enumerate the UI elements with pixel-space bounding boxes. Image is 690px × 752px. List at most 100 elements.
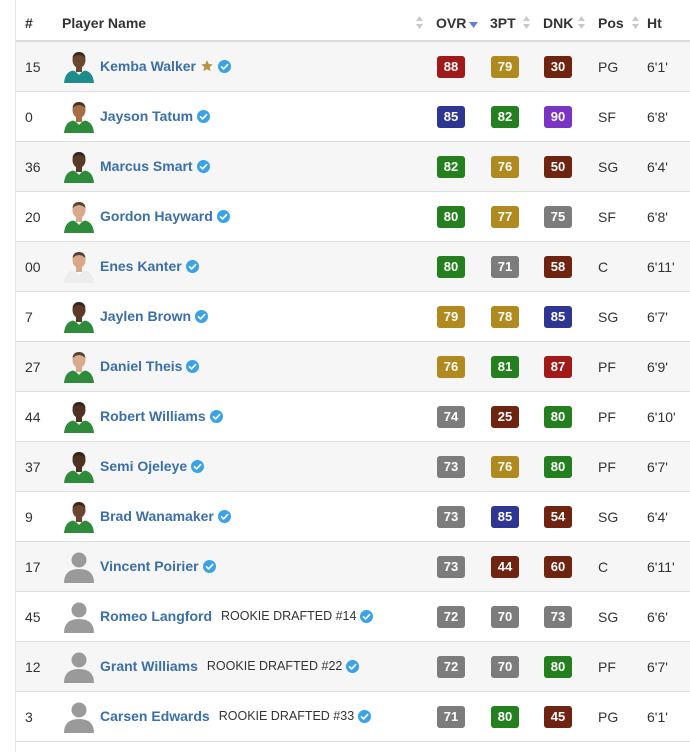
header-player-name[interactable]: Player Name xyxy=(62,15,146,31)
table-row[interactable]: 12 Grant Williams ROOKIE DRAFTED #22 72 70 80… xyxy=(16,642,690,692)
jersey-number: 9 xyxy=(25,509,33,525)
position-cell: C xyxy=(598,559,609,575)
header-ht[interactable]: Ht xyxy=(647,15,662,31)
ovr-rating-badge: 73 xyxy=(437,506,465,528)
player-name-link[interactable]: Jayson Tatum xyxy=(100,108,193,124)
check-circle-icon xyxy=(360,609,374,623)
ovr-rating-badge: 71 xyxy=(437,706,465,728)
jersey-number: 37 xyxy=(25,459,41,475)
player-name-link[interactable]: Daniel Theis xyxy=(100,358,182,374)
player-avatar[interactable] xyxy=(62,199,96,233)
player-avatar[interactable] xyxy=(62,349,96,383)
player-avatar[interactable] xyxy=(62,499,96,533)
height-cell: 6'10' xyxy=(647,409,676,425)
star-icon xyxy=(200,59,214,73)
sort-arrows-icon[interactable] xyxy=(416,16,423,29)
sort-arrows-icon[interactable] xyxy=(578,16,585,29)
player-name-link[interactable]: Enes Kanter xyxy=(100,258,182,274)
check-circle-icon xyxy=(346,659,360,673)
three-point-rating-badge: 70 xyxy=(491,606,519,628)
player-name-link[interactable]: Semi Ojeleye xyxy=(100,458,187,474)
player-name-link[interactable]: Vincent Poirier xyxy=(100,558,199,574)
dunk-rating-badge: 80 xyxy=(544,456,572,478)
height-cell: 6'1' xyxy=(647,59,668,75)
player-avatar[interactable] xyxy=(62,399,96,433)
three-point-rating-badge: 77 xyxy=(491,206,519,228)
ovr-rating-badge: 79 xyxy=(437,306,465,328)
player-name-link[interactable]: Robert Williams xyxy=(100,408,206,424)
person-silhouette-icon[interactable] xyxy=(62,549,96,583)
header-pos[interactable]: Pos xyxy=(598,15,624,31)
player-avatar[interactable] xyxy=(62,449,96,483)
player-name-link[interactable]: Carsen Edwards xyxy=(100,708,210,724)
player-name-link[interactable]: Kemba Walker xyxy=(100,58,196,74)
dunk-rating-badge: 87 xyxy=(544,356,572,378)
height-cell: 6'8' xyxy=(647,209,668,225)
rookie-draft-label: ROOKIE DRAFTED #22 xyxy=(206,659,343,673)
player-name-link[interactable]: Romeo Langford xyxy=(100,608,212,624)
position-cell: SG xyxy=(598,159,619,175)
ovr-rating-badge: 74 xyxy=(437,406,465,428)
three-point-rating-badge: 85 xyxy=(491,506,519,528)
person-silhouette-icon[interactable] xyxy=(62,699,96,733)
table-row[interactable]: 3 Carsen Edwards ROOKIE DRAFTED #33 71 80 45 P… xyxy=(16,692,690,742)
position-cell: SG xyxy=(598,609,619,625)
header-dnk[interactable]: DNK xyxy=(543,15,573,31)
player-avatar[interactable] xyxy=(62,49,96,83)
dunk-rating-badge: 73 xyxy=(544,606,572,628)
player-avatar[interactable] xyxy=(62,299,96,333)
check-circle-icon xyxy=(358,709,372,723)
height-cell: 6'7' xyxy=(647,459,668,475)
header-number[interactable]: # xyxy=(25,15,33,31)
ovr-rating-badge: 72 xyxy=(437,606,465,628)
header-3pt[interactable]: 3PT xyxy=(490,15,516,31)
check-circle-icon xyxy=(196,159,210,173)
table-row[interactable]: 0 Jayson Tatum 85 82 90 SF 6'8' xyxy=(16,92,690,142)
three-point-rating-badge: 76 xyxy=(491,156,519,178)
player-name-link[interactable]: Grant Williams xyxy=(100,658,198,674)
player-name-link[interactable]: Brad Wanamaker xyxy=(100,508,214,524)
sort-arrows-icon[interactable] xyxy=(523,16,530,29)
header-ovr[interactable]: OVR xyxy=(436,15,466,31)
check-circle-icon xyxy=(209,409,223,423)
table-row[interactable]: 45 Romeo Langford ROOKIE DRAFTED #14 72 70 73… xyxy=(16,592,690,642)
table-row[interactable]: 15 Kemba Walker 88 79 30 PG 6'1' xyxy=(16,42,690,92)
dunk-rating-badge: 80 xyxy=(544,406,572,428)
player-name-link[interactable]: Gordon Hayward xyxy=(100,208,213,224)
player-name-link[interactable]: Jaylen Brown xyxy=(100,308,191,324)
table-row[interactable]: 44 Robert Williams 74 25 80 PF 6'10' xyxy=(16,392,690,442)
height-cell: 6'6' xyxy=(647,609,668,625)
jersey-number: 12 xyxy=(25,659,41,675)
table-row[interactable]: 9 Brad Wanamaker 73 85 54 SG 6'4' xyxy=(16,492,690,542)
check-circle-icon xyxy=(216,209,230,223)
sort-descending-icon[interactable] xyxy=(469,16,478,29)
check-circle-icon xyxy=(195,309,209,323)
table-row[interactable]: 17 Vincent Poirier 73 44 60 C 6'11' xyxy=(16,542,690,592)
player-name-link[interactable]: Marcus Smart xyxy=(100,158,193,174)
dunk-rating-badge: 50 xyxy=(544,156,572,178)
table-row[interactable]: 7 Jaylen Brown 79 78 85 SG 6'7' xyxy=(16,292,690,342)
player-avatar[interactable] xyxy=(62,99,96,133)
player-avatar[interactable] xyxy=(62,149,96,183)
three-point-rating-badge: 79 xyxy=(491,56,519,78)
table-row[interactable]: 37 Semi Ojeleye 73 76 80 PF 6'7' xyxy=(16,442,690,492)
player-table: # Player Name OVR 3PT DNK Pos Ht 15 Kemba… xyxy=(0,0,690,752)
dunk-rating-badge: 90 xyxy=(544,106,572,128)
check-circle-icon xyxy=(217,509,231,523)
ovr-rating-badge: 88 xyxy=(437,56,465,78)
person-silhouette-icon[interactable] xyxy=(62,649,96,683)
sort-arrows-icon[interactable] xyxy=(632,16,639,29)
table-row[interactable]: 20 Gordon Hayward 80 77 75 SF 6'8' xyxy=(16,192,690,242)
table-row[interactable]: 27 Daniel Theis 76 81 87 PF 6'9' xyxy=(16,342,690,392)
height-cell: 6'11' xyxy=(647,259,675,275)
three-point-rating-badge: 78 xyxy=(491,306,519,328)
table-body: 15 Kemba Walker 88 79 30 PG 6'1' 0 Jayson Tatum 8… xyxy=(16,42,690,742)
player-avatar[interactable] xyxy=(62,249,96,283)
dunk-rating-badge: 80 xyxy=(544,656,572,678)
table-row[interactable]: 36 Marcus Smart 82 76 50 SG 6'4' xyxy=(16,142,690,192)
table-row[interactable]: 00 Enes Kanter 80 71 58 C 6'11' xyxy=(16,242,690,292)
position-cell: PF xyxy=(598,359,616,375)
person-silhouette-icon[interactable] xyxy=(62,599,96,633)
three-point-rating-badge: 71 xyxy=(491,256,519,278)
ovr-rating-badge: 82 xyxy=(437,156,465,178)
